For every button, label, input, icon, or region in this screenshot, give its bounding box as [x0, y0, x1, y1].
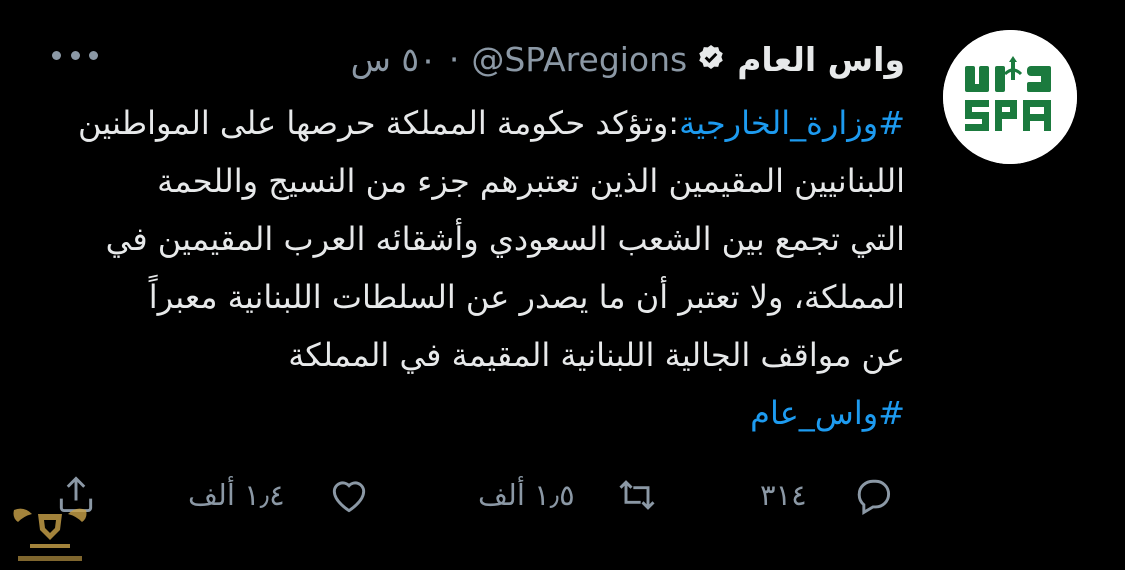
watermark-logo: [4, 480, 96, 568]
display-name[interactable]: واس العام: [737, 40, 905, 79]
tweet-text-line: التي تجمع بين الشعب السعودي وأشقائه العر…: [105, 220, 905, 258]
hashtag-link[interactable]: #وزارة_الخارجية: [679, 104, 905, 142]
spa-logo: [943, 30, 1077, 164]
heart-icon: [327, 473, 371, 517]
header-separator: ·: [448, 39, 460, 79]
like-count: ١٫٤ ألف: [188, 478, 285, 512]
verified-badge-icon: [695, 43, 727, 75]
tweet-header: واس العام @SPAregions · ٥٠ س: [351, 36, 905, 82]
retweet-button[interactable]: ١٫٥ ألف: [478, 465, 659, 525]
more-horizontal-icon[interactable]: [52, 40, 98, 70]
reply-button[interactable]: ٣١٤: [760, 465, 895, 525]
user-handle[interactable]: @SPAregions: [471, 40, 687, 79]
tweet-text-line: المملكة، ولا تعتبر أن ما يصدر عن السلطات…: [148, 278, 905, 316]
reply-icon: [851, 473, 895, 517]
tweet-text: #وزارة_الخارجية:وتؤكد حكومة المملكة حرصه…: [45, 94, 905, 442]
reply-count: ٣١٤: [760, 478, 807, 512]
retweet-count: ١٫٥ ألف: [478, 478, 575, 512]
like-button[interactable]: ١٫٤ ألف: [188, 465, 371, 525]
tweet[interactable]: واس العام @SPAregions · ٥٠ س #وزارة_الخا…: [0, 0, 1125, 570]
avatar[interactable]: [943, 30, 1077, 164]
tweet-text-line: عن مواقف الجالية اللبنانية المقيمة في ال…: [288, 336, 905, 374]
hashtag-link[interactable]: #واس_عام: [45, 384, 905, 442]
tweet-timestamp[interactable]: ٥٠ س: [351, 40, 437, 79]
tweet-text-line: اللبنانيين المقيمين الذين تعتبرهم جزء من…: [157, 162, 905, 200]
tweet-text-line: #وزارة_الخارجية:وتؤكد حكومة المملكة حرصه…: [45, 94, 905, 152]
retweet-icon: [615, 473, 659, 517]
tweet-actions: ٣١٤ ١٫٥ ألف ١٫٤ ألف: [0, 465, 1125, 525]
tweet-text-segment: :وتؤكد حكومة المملكة حرصها على المواطنين: [78, 104, 680, 142]
